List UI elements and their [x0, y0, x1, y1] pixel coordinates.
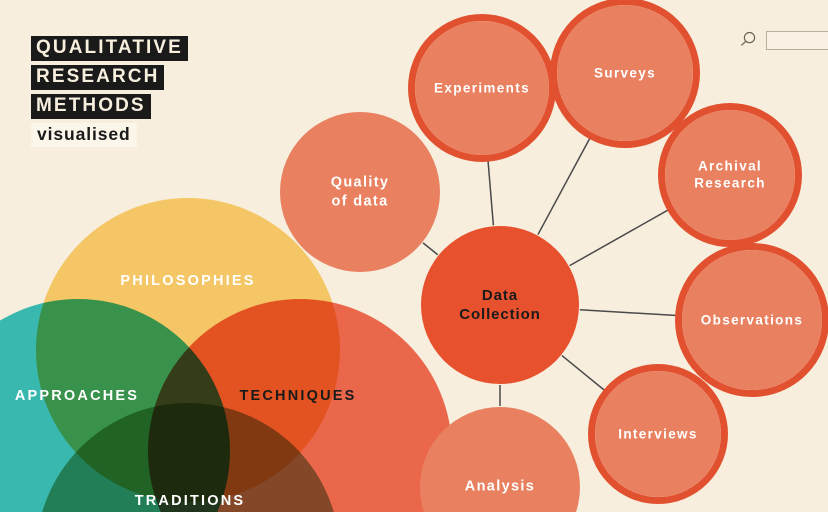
title-subtitle: visualised: [31, 123, 137, 147]
center-node-data-collection[interactable]: [421, 226, 579, 384]
infographic-canvas: QUALITATIVE RESEARCH METHODS visualised …: [0, 0, 828, 512]
network-link: [561, 355, 606, 392]
search-input[interactable]: [766, 30, 828, 50]
title-line-2: RESEARCH: [31, 65, 165, 91]
node-experiments[interactable]: [415, 21, 549, 155]
network-link: [537, 136, 592, 235]
node-quality-of-data[interactable]: [280, 112, 440, 272]
node-surveys[interactable]: [557, 5, 693, 141]
title-line-1: QUALITATIVE: [31, 36, 188, 62]
network-link: [487, 159, 495, 226]
page-title: QUALITATIVE RESEARCH METHODS visualised: [31, 36, 188, 151]
node-observations[interactable]: [682, 250, 822, 390]
node-interviews[interactable]: [595, 371, 721, 497]
search-bar: [738, 30, 828, 50]
network-link: [422, 242, 439, 256]
node-archival-research[interactable]: [665, 110, 795, 240]
search-icon[interactable]: [738, 30, 758, 50]
node-analysis[interactable]: [420, 407, 580, 512]
network-link: [579, 309, 678, 317]
network-link: [569, 208, 670, 267]
title-line-3: METHODS: [31, 94, 151, 120]
